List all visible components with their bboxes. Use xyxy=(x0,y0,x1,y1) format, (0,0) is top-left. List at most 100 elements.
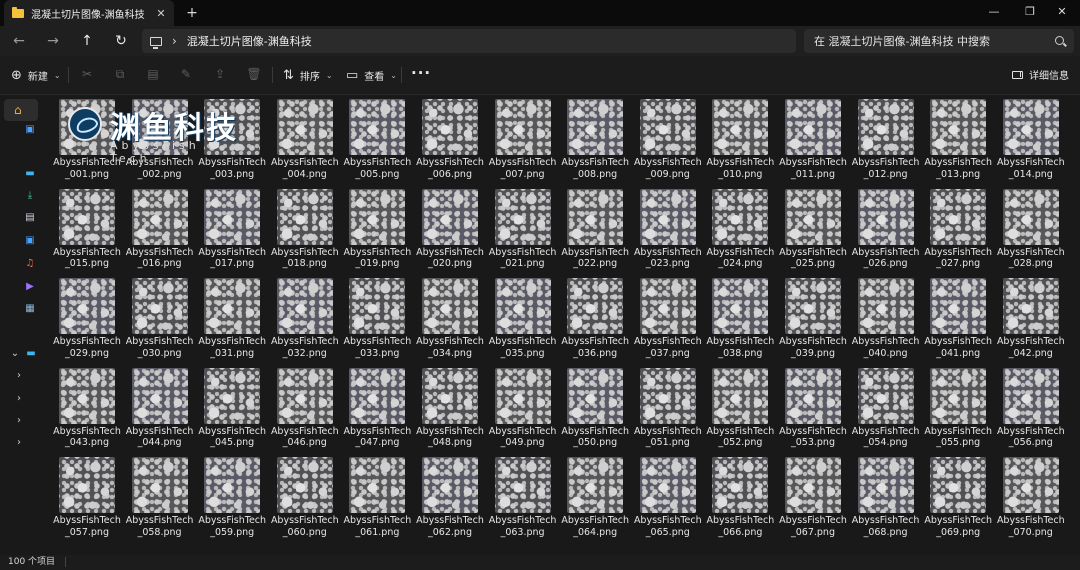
image-thumbnail[interactable] xyxy=(567,188,624,245)
image-thumbnail[interactable] xyxy=(131,367,188,424)
file-item[interactable]: AbyssFishTech _023.png xyxy=(633,187,703,275)
image-thumbnail[interactable] xyxy=(59,188,115,245)
forward-button[interactable]: → xyxy=(42,31,64,51)
music-icon[interactable]: ♫ xyxy=(23,258,37,270)
file-item[interactable]: AbyssFishTech _040.png xyxy=(851,276,921,364)
file-item[interactable]: AbyssFishTech _014.png xyxy=(996,97,1066,185)
file-item[interactable]: AbyssFishTech _015.png xyxy=(52,187,122,275)
copy-icon[interactable]: ⧉ xyxy=(111,67,129,83)
file-item[interactable]: AbyssFishTech _047.png xyxy=(342,366,412,454)
tab-close-icon[interactable]: ✕ xyxy=(154,7,168,20)
file-item[interactable]: AbyssFishTech _052.png xyxy=(705,366,775,454)
file-item[interactable]: AbyssFishTech _027.png xyxy=(923,187,993,275)
image-thumbnail[interactable] xyxy=(204,457,261,513)
desktop-icon[interactable]: ▬ xyxy=(23,168,37,180)
file-item[interactable]: AbyssFishTech _068.png xyxy=(851,455,921,543)
file-item[interactable]: AbyssFishTech _008.png xyxy=(560,97,630,185)
file-item[interactable]: AbyssFishTech _018.png xyxy=(270,187,340,275)
image-thumbnail[interactable] xyxy=(131,278,188,334)
image-thumbnail[interactable] xyxy=(276,457,333,513)
search-input[interactable]: 在 混凝土切片图像-渊鱼科技 中搜索 xyxy=(804,29,1074,53)
image-thumbnail[interactable] xyxy=(639,457,696,513)
image-thumbnail[interactable] xyxy=(1002,99,1059,155)
image-thumbnail[interactable] xyxy=(1002,188,1059,245)
image-thumbnail[interactable] xyxy=(276,367,333,424)
image-thumbnail[interactable] xyxy=(785,188,841,245)
image-thumbnail[interactable] xyxy=(712,99,769,155)
file-item[interactable]: AbyssFishTech _004.png xyxy=(270,97,340,185)
file-item[interactable]: AbyssFishTech _036.png xyxy=(560,276,630,364)
image-thumbnail[interactable] xyxy=(1002,457,1059,513)
file-item[interactable]: AbyssFishTech _019.png xyxy=(342,187,412,275)
details-pane-button[interactable]: 详细信息 xyxy=(1012,67,1069,82)
delete-icon[interactable]: 🗑 xyxy=(245,67,263,83)
image-thumbnail[interactable] xyxy=(276,278,333,334)
this-pc-icon[interactable]: ▬ xyxy=(24,348,38,360)
image-thumbnail[interactable] xyxy=(349,367,406,424)
file-item[interactable]: AbyssFishTech _065.png xyxy=(633,455,703,543)
new-tab-button[interactable]: + xyxy=(183,4,201,22)
file-item[interactable]: AbyssFishTech _034.png xyxy=(415,276,485,364)
documents-icon[interactable]: ▤ xyxy=(23,212,37,224)
image-thumbnail[interactable] xyxy=(639,278,696,334)
tab-active[interactable]: 混凝土切片图像-渊鱼科技 ✕ xyxy=(4,0,174,26)
file-item[interactable]: AbyssFishTech _053.png xyxy=(778,366,848,454)
image-thumbnail[interactable] xyxy=(349,457,406,513)
image-thumbnail[interactable] xyxy=(349,188,406,245)
file-item[interactable]: AbyssFishTech _009.png xyxy=(633,97,703,185)
image-thumbnail[interactable] xyxy=(712,367,769,424)
file-item[interactable]: AbyssFishTech _061.png xyxy=(342,455,412,543)
file-item[interactable]: AbyssFishTech _032.png xyxy=(270,276,340,364)
image-thumbnail[interactable] xyxy=(422,188,478,245)
expand-chevron-icon[interactable]: › xyxy=(12,393,26,405)
image-thumbnail[interactable] xyxy=(349,278,406,334)
file-item[interactable]: AbyssFishTech _038.png xyxy=(705,276,775,364)
file-item[interactable]: AbyssFishTech _025.png xyxy=(778,187,848,275)
share-icon[interactable]: ⇪ xyxy=(211,67,229,83)
view-button[interactable]: ▭ 查看 ⌄ xyxy=(346,65,397,85)
file-item[interactable]: AbyssFishTech _037.png xyxy=(633,276,703,364)
image-thumbnail[interactable] xyxy=(785,278,841,334)
image-thumbnail[interactable] xyxy=(857,99,914,155)
file-item[interactable]: AbyssFishTech _070.png xyxy=(996,455,1066,543)
paste-icon[interactable]: ▤ xyxy=(144,67,162,83)
image-thumbnail[interactable] xyxy=(712,457,769,513)
chevron-down-icon[interactable]: ⌄ xyxy=(8,348,22,360)
file-item[interactable]: AbyssFishTech _062.png xyxy=(415,455,485,543)
file-item[interactable]: AbyssFishTech _060.png xyxy=(270,455,340,543)
file-item[interactable]: AbyssFishTech _021.png xyxy=(488,187,558,275)
image-thumbnail[interactable] xyxy=(422,278,478,334)
sort-button[interactable]: ⇅ 排序 ⌄ xyxy=(283,65,333,85)
image-thumbnail[interactable] xyxy=(204,188,261,245)
file-item[interactable]: AbyssFishTech _020.png xyxy=(415,187,485,275)
file-item[interactable]: AbyssFishTech _026.png xyxy=(851,187,921,275)
file-item[interactable]: AbyssFishTech _013.png xyxy=(923,97,993,185)
minimize-button[interactable]: — xyxy=(976,0,1012,26)
address-path[interactable]: 混凝土切片图像-渊鱼科技 xyxy=(187,33,312,49)
file-item[interactable]: AbyssFishTech _006.png xyxy=(415,97,485,185)
file-item[interactable]: AbyssFishTech _050.png xyxy=(560,366,630,454)
image-thumbnail[interactable] xyxy=(494,278,551,334)
image-thumbnail[interactable] xyxy=(494,99,551,155)
image-thumbnail[interactable] xyxy=(422,367,478,424)
file-item[interactable]: AbyssFishTech _043.png xyxy=(52,366,122,454)
image-thumbnail[interactable] xyxy=(930,457,987,513)
file-item[interactable]: AbyssFishTech _005.png xyxy=(342,97,412,185)
image-thumbnail[interactable] xyxy=(857,367,914,424)
file-item[interactable]: AbyssFishTech _022.png xyxy=(560,187,630,275)
file-item[interactable]: AbyssFishTech _017.png xyxy=(197,187,267,275)
rename-icon[interactable]: ✎ xyxy=(177,67,195,83)
image-thumbnail[interactable] xyxy=(639,99,696,155)
image-thumbnail[interactable] xyxy=(422,99,478,155)
image-thumbnail[interactable] xyxy=(857,278,914,334)
image-thumbnail[interactable] xyxy=(567,278,624,334)
file-item[interactable]: AbyssFishTech _046.png xyxy=(270,366,340,454)
file-item[interactable]: AbyssFishTech _011.png xyxy=(778,97,848,185)
image-thumbnail[interactable] xyxy=(639,367,696,424)
file-item[interactable]: AbyssFishTech _012.png xyxy=(851,97,921,185)
image-thumbnail[interactable] xyxy=(204,278,261,334)
sidebar-item-home[interactable]: ⌂ xyxy=(4,99,38,121)
image-thumbnail[interactable] xyxy=(59,457,115,513)
file-item[interactable]: AbyssFishTech _059.png xyxy=(197,455,267,543)
image-thumbnail[interactable] xyxy=(349,99,406,155)
